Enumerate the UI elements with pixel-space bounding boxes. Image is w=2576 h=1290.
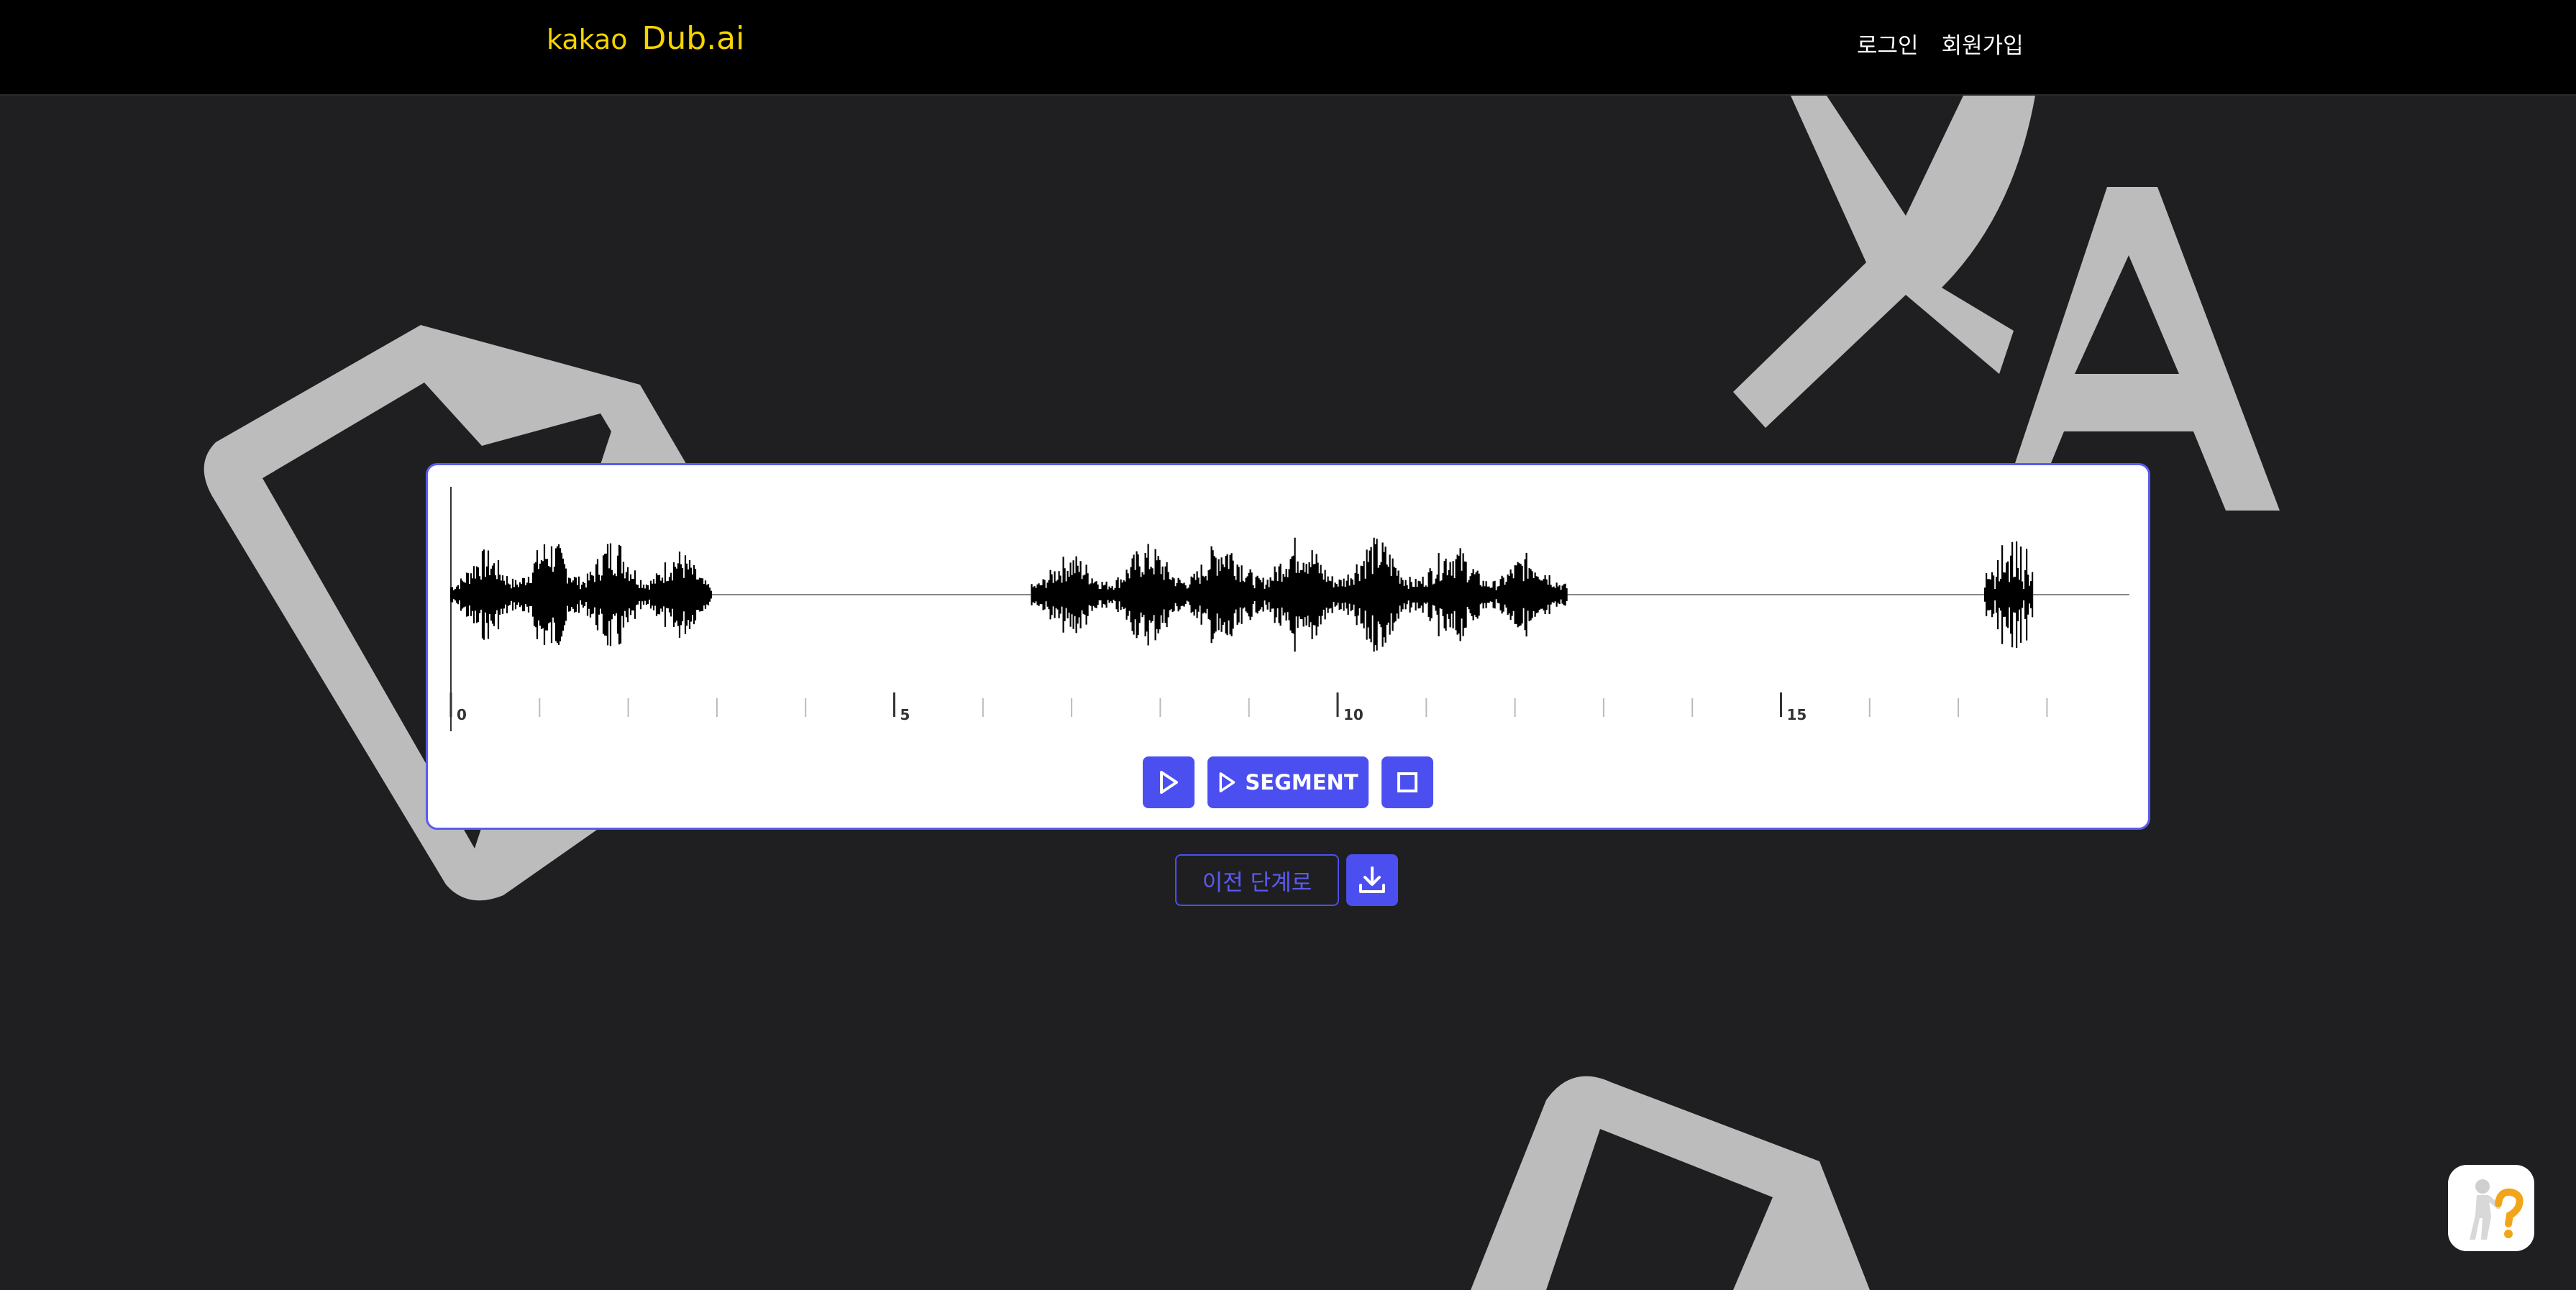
signup-link[interactable]: 회원가입 [1942, 27, 2024, 60]
auth-links: 로그인 회원가입 [1857, 27, 2024, 60]
timeline-tick-label: 5 [900, 706, 910, 723]
timeline-tick-label: 15 [1787, 706, 1807, 723]
step-actions: 이전 단계로 [1175, 854, 1398, 906]
brand-prefix: kakao [547, 24, 628, 55]
audio-waveform[interactable]: 0 5 10 15 [428, 465, 2148, 753]
brand-logo[interactable]: kakao Dub.ai [547, 20, 744, 70]
timeline-tick-label: 10 [1343, 706, 1364, 723]
waveform-segment [1984, 541, 2034, 649]
download-button[interactable] [1346, 854, 1398, 906]
stop-icon [1397, 772, 1417, 792]
play-segment-button[interactable]: SEGMENT [1207, 756, 1369, 808]
segment-label: SEGMENT [1245, 770, 1358, 795]
top-navigation-bar: kakao Dub.ai 로그인 회원가입 [0, 0, 2576, 96]
stop-button[interactable] [1381, 756, 1433, 808]
download-icon [1359, 866, 1385, 893]
play-icon [1219, 772, 1236, 792]
waveform-segment [1031, 537, 1568, 652]
previous-step-button[interactable]: 이전 단계로 [1175, 854, 1339, 906]
app-root: kakao Dub.ai 로그인 회원가입 0 5 10 15 SEGMENT [0, 0, 2576, 1290]
login-link[interactable]: 로그인 [1857, 27, 1919, 60]
play-icon [1160, 771, 1178, 794]
waveform-segment [449, 543, 713, 646]
help-question-icon [2470, 1179, 2524, 1240]
waveform-panel: 0 5 10 15 SEGMENT [426, 463, 2150, 830]
timeline-tick-label: 0 [457, 706, 467, 723]
play-button[interactable] [1143, 756, 1195, 808]
playback-controls: SEGMENT [428, 756, 2148, 808]
help-button[interactable] [2448, 1165, 2534, 1251]
brand-name: Dub.ai [641, 20, 745, 57]
